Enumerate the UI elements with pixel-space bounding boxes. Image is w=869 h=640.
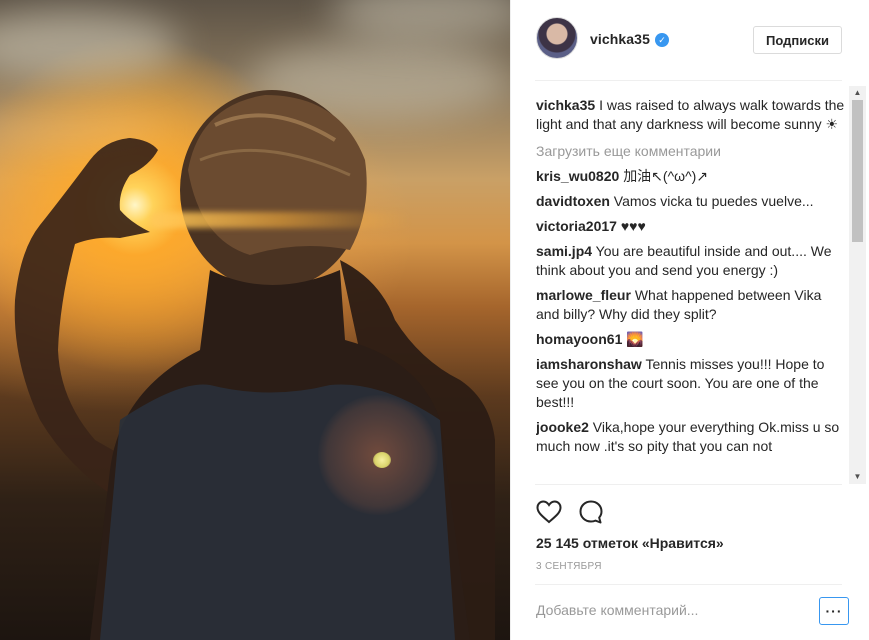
comment-item: homayoon61 🌄	[536, 330, 846, 349]
comment-username[interactable]: victoria2017	[536, 218, 617, 234]
comment-username[interactable]: davidtoxen	[536, 193, 610, 209]
post-date[interactable]: 3 СЕНТЯБРЯ	[536, 561, 602, 572]
comment-item: victoria2017 ♥♥♥	[536, 217, 846, 236]
comment-item: davidtoxen Vamos vicka tu puedes vuelve.…	[536, 192, 846, 211]
header-username[interactable]: vichka35	[590, 31, 650, 47]
comment-item: iamsharonshaw Tennis misses you!!! Hope …	[536, 355, 846, 412]
lens-flare	[150, 212, 410, 228]
person-silhouette	[14, 90, 495, 640]
comment-username[interactable]: homayoon61	[536, 331, 622, 347]
avatar[interactable]	[536, 17, 578, 59]
comments-list: vichka35 I was raised to always walk tow…	[536, 96, 846, 484]
caption-username[interactable]: vichka35	[536, 97, 595, 113]
comment-item: marlowe_fleur What happened between Vika…	[536, 286, 846, 324]
post-sidebar: vichka35 ✓ Подписки vichka35 I was raise…	[510, 0, 869, 640]
following-button[interactable]: Подписки	[753, 26, 842, 54]
comment-text: 加油↖(^ω^)↗	[623, 168, 709, 184]
heart-icon[interactable]	[535, 498, 563, 526]
scroll-up-arrow-icon[interactable]: ▲	[849, 86, 866, 100]
comment-username[interactable]: iamsharonshaw	[536, 356, 642, 372]
comment-username[interactable]: sami.jp4	[536, 243, 592, 259]
comment-text: Vamos vicka tu puedes vuelve...	[613, 193, 814, 209]
divider	[535, 584, 842, 585]
divider	[535, 484, 842, 485]
verified-badge-icon: ✓	[655, 33, 669, 47]
divider	[535, 80, 842, 81]
more-options-button[interactable]: ···	[819, 597, 849, 625]
add-comment-input[interactable]	[536, 598, 806, 622]
comment-username[interactable]: marlowe_fleur	[536, 287, 631, 303]
post-header: vichka35 ✓ Подписки	[511, 0, 869, 80]
comment-item: joooke2 Vika,hope your everything Ok.mis…	[536, 418, 846, 456]
post-photo	[0, 0, 510, 640]
caption: vichka35 I was raised to always walk tow…	[536, 96, 846, 134]
scrollbar-thumb[interactable]	[852, 100, 863, 242]
comment-item: kris_wu0820 加油↖(^ω^)↗	[536, 167, 846, 186]
comment-username[interactable]: kris_wu0820	[536, 168, 619, 184]
load-more-comments-link[interactable]: Загрузить еще комментарии	[536, 142, 846, 161]
comment-username[interactable]: joooke2	[536, 419, 589, 435]
scroll-down-arrow-icon[interactable]: ▼	[849, 470, 866, 484]
comments-scrollbar[interactable]: ▲ ▼	[849, 86, 866, 484]
comment-text: 🌄	[626, 331, 644, 347]
comment-text: ♥♥♥	[620, 218, 646, 234]
likes-count[interactable]: 25 145 отметок «Нравится»	[536, 535, 724, 551]
comment-item: sami.jp4 You are beautiful inside and ou…	[536, 242, 846, 280]
comment-icon[interactable]	[577, 498, 605, 526]
lens-dot	[373, 452, 391, 468]
